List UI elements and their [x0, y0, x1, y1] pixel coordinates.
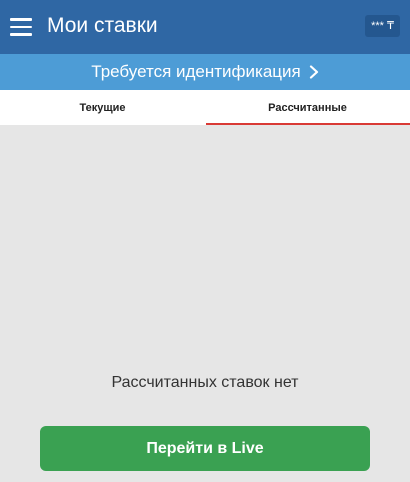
top-app-bar: Мои ставки *** ₸	[0, 0, 410, 54]
identification-banner-text: Требуется идентификация	[91, 62, 301, 81]
tab-settled[interactable]: Рассчитанные	[205, 90, 410, 125]
go-to-live-button[interactable]: Перейти в Live	[40, 426, 370, 471]
tab-current[interactable]: Текущие	[0, 90, 205, 125]
hamburger-menu-icon[interactable]	[10, 14, 36, 40]
app-screen: Мои ставки *** ₸ Требуется идентификация…	[0, 0, 410, 482]
page-title: Мои ставки	[47, 14, 158, 37]
tab-bar: Текущие Рассчитанные	[0, 90, 410, 125]
empty-state-message: Рассчитанных ставок нет	[111, 374, 299, 391]
identification-banner[interactable]: Требуется идентификация	[0, 54, 410, 90]
chevron-right-icon	[309, 65, 318, 79]
balance-badge[interactable]: *** ₸	[365, 15, 400, 37]
